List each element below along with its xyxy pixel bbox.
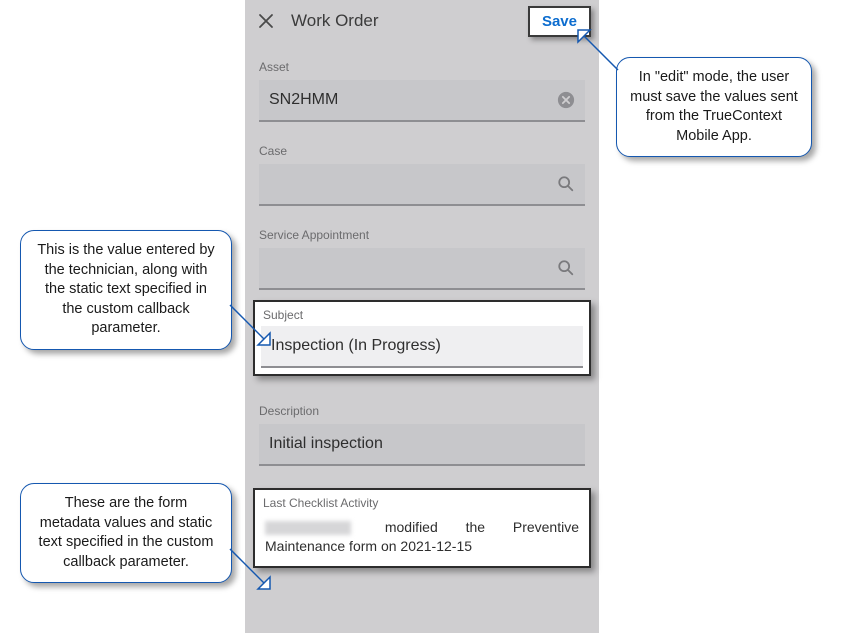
subject-highlight: Subject Inspection (In Progress) (253, 300, 591, 376)
header: Work Order Save (245, 0, 599, 42)
callout-save: In "edit" mode, the user must save the v… (616, 57, 812, 157)
callout-pointer-icon (225, 544, 285, 604)
clear-icon[interactable] (557, 91, 575, 109)
close-icon[interactable] (255, 10, 277, 32)
asset-label: Asset (259, 60, 585, 74)
asset-section: Asset SN2HMM (245, 42, 599, 126)
callout-pointer-icon (570, 22, 630, 82)
service-appointment-label: Service Appointment (259, 228, 585, 242)
callout-pointer-icon (225, 300, 285, 360)
form-content: Asset SN2HMM Case Service Appointment (245, 42, 599, 568)
search-icon[interactable] (557, 259, 575, 277)
callout-checklist: These are the form metadata values and s… (20, 483, 232, 583)
asset-value: SN2HMM (269, 91, 338, 109)
service-appointment-field[interactable] (259, 248, 585, 290)
redacted-name (265, 521, 351, 535)
subject-label: Subject (255, 302, 589, 322)
case-section: Case (245, 126, 599, 210)
subject-value: Inspection (In Progress) (271, 337, 441, 355)
callout-subject: This is the value entered by the technic… (20, 230, 232, 350)
last-checklist-text: modified the Preventive Maintenance form… (255, 512, 589, 566)
case-field[interactable] (259, 164, 585, 206)
subject-field[interactable]: Inspection (In Progress) (261, 326, 583, 368)
description-label: Description (259, 404, 585, 418)
asset-field[interactable]: SN2HMM (259, 80, 585, 122)
last-checklist-highlight: Last Checklist Activity modified the Pre… (253, 488, 591, 568)
last-checklist-label: Last Checklist Activity (255, 490, 589, 512)
work-order-screen: Work Order Save Asset SN2HMM Case Servic (245, 0, 599, 633)
search-icon[interactable] (557, 175, 575, 193)
description-section: Description Initial inspection (245, 386, 599, 470)
case-label: Case (259, 144, 585, 158)
description-field[interactable]: Initial inspection (259, 424, 585, 466)
description-value: Initial inspection (269, 435, 383, 453)
service-appointment-section: Service Appointment (245, 210, 599, 294)
page-title: Work Order (291, 11, 528, 31)
